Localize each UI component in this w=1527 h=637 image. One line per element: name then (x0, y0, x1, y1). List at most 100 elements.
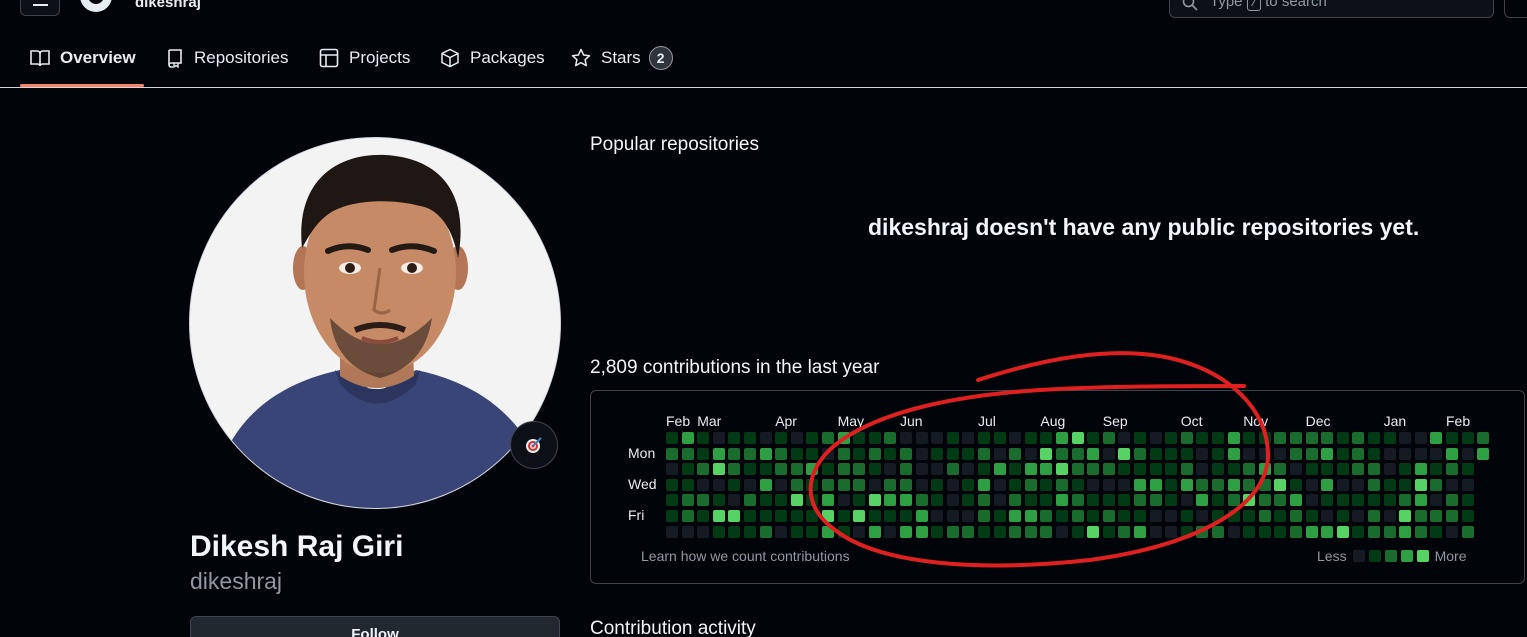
contribution-day[interactable] (822, 463, 834, 476)
contribution-day[interactable] (697, 432, 710, 444)
contribution-day[interactable] (1040, 432, 1053, 444)
contribution-day[interactable] (1305, 447, 1318, 460)
contribution-day[interactable] (884, 494, 897, 507)
contribution-day[interactable] (1399, 525, 1412, 538)
contribution-day[interactable] (1134, 447, 1146, 460)
contribution-day[interactable] (900, 510, 912, 522)
contribution-day[interactable] (1321, 525, 1334, 538)
contribution-day[interactable] (1414, 494, 1427, 507)
contribution-day[interactable] (697, 478, 710, 491)
contribution-day[interactable] (993, 432, 1006, 444)
contribution-day[interactable] (1336, 494, 1349, 507)
contribution-day[interactable] (1227, 463, 1240, 476)
contribution-day[interactable] (946, 525, 959, 538)
contribution-day[interactable] (806, 510, 819, 522)
contribution-day[interactable] (1196, 447, 1209, 460)
contribution-day[interactable] (1180, 432, 1193, 444)
contribution-day[interactable] (1414, 463, 1427, 476)
contribution-day[interactable] (946, 510, 959, 522)
contribution-day[interactable] (1009, 463, 1022, 476)
contribution-day[interactable] (1009, 478, 1022, 491)
contribution-day[interactable] (1368, 447, 1380, 460)
contribution-day[interactable] (884, 463, 897, 476)
contribution-day[interactable] (1352, 494, 1365, 507)
contribution-day[interactable] (1274, 494, 1287, 507)
contribution-day[interactable] (666, 478, 678, 491)
contribution-day[interactable] (1430, 463, 1443, 476)
contribution-day[interactable] (900, 478, 912, 491)
contribution-day[interactable] (790, 510, 803, 522)
contribution-day[interactable] (1383, 463, 1396, 476)
contribution-day[interactable] (1336, 463, 1349, 476)
contribution-day[interactable] (1227, 494, 1240, 507)
contribution-day[interactable] (837, 478, 850, 491)
contribution-day[interactable] (993, 494, 1006, 507)
contribution-day[interactable] (1290, 447, 1302, 460)
contribution-day[interactable] (666, 463, 678, 476)
contribution-day[interactable] (1336, 432, 1349, 444)
contribution-day[interactable] (1383, 525, 1396, 538)
contribution-day[interactable] (1118, 478, 1131, 491)
contribution-day[interactable] (1336, 447, 1349, 460)
contribution-day[interactable] (1180, 494, 1193, 507)
contribution-day[interactable] (1196, 432, 1209, 444)
contribution-day[interactable] (1212, 447, 1224, 460)
contribution-day[interactable] (837, 510, 850, 522)
contribution-day[interactable] (806, 478, 819, 491)
contribution-day[interactable] (853, 447, 866, 460)
contribution-day[interactable] (1383, 432, 1396, 444)
contribution-day[interactable] (697, 494, 710, 507)
contribution-day[interactable] (1087, 463, 1100, 476)
contribution-day[interactable] (1368, 432, 1380, 444)
learn-contributions-link[interactable]: Learn how we count contributions (641, 548, 850, 564)
contribution-day[interactable] (1461, 494, 1474, 507)
contribution-day[interactable] (1336, 510, 1349, 522)
tab-projects[interactable]: Projects (319, 45, 410, 71)
contribution-day[interactable] (728, 510, 741, 522)
contribution-day[interactable] (1414, 432, 1427, 444)
contribution-day[interactable] (744, 463, 756, 476)
contribution-day[interactable] (1430, 494, 1443, 507)
contribution-day[interactable] (1165, 494, 1178, 507)
contribution-day[interactable] (1071, 478, 1084, 491)
contribution-day[interactable] (697, 510, 710, 522)
contribution-day[interactable] (978, 447, 990, 460)
contribution-day[interactable] (1430, 478, 1443, 491)
contribution-day[interactable] (712, 447, 725, 460)
contribution-day[interactable] (978, 463, 990, 476)
contribution-day[interactable] (962, 494, 975, 507)
contribution-day[interactable] (1134, 510, 1146, 522)
contribution-day[interactable] (1321, 510, 1334, 522)
contribution-day[interactable] (931, 510, 944, 522)
contribution-day[interactable] (931, 432, 944, 444)
contribution-day[interactable] (1336, 525, 1349, 538)
contribution-day[interactable] (1118, 463, 1131, 476)
contribution-day[interactable] (900, 447, 912, 460)
contribution-day[interactable] (1430, 525, 1443, 538)
contribution-day[interactable] (978, 525, 990, 538)
contribution-day[interactable] (1227, 432, 1240, 444)
contribution-day[interactable] (1243, 432, 1256, 444)
contribution-day[interactable] (1274, 478, 1287, 491)
contribution-day[interactable] (837, 447, 850, 460)
contribution-day[interactable] (884, 525, 897, 538)
tab-overview[interactable]: Overview (30, 45, 136, 71)
contribution-day[interactable] (1165, 525, 1178, 538)
contribution-day[interactable] (775, 525, 788, 538)
contribution-day[interactable] (1399, 510, 1412, 522)
contribution-day[interactable] (775, 463, 788, 476)
contribution-day[interactable] (790, 525, 803, 538)
contribution-day[interactable] (666, 432, 678, 444)
contribution-day[interactable] (868, 510, 881, 522)
status-button[interactable] (510, 421, 558, 469)
contribution-day[interactable] (1258, 525, 1271, 538)
contribution-day[interactable] (1102, 463, 1115, 476)
contribution-day[interactable] (759, 494, 772, 507)
contribution-day[interactable] (1446, 447, 1458, 460)
contribution-day[interactable] (1274, 510, 1287, 522)
contribution-day[interactable] (1399, 463, 1412, 476)
contribution-day[interactable] (1305, 510, 1318, 522)
contribution-day[interactable] (1399, 447, 1412, 460)
contribution-day[interactable] (1165, 510, 1178, 522)
contribution-day[interactable] (853, 463, 866, 476)
